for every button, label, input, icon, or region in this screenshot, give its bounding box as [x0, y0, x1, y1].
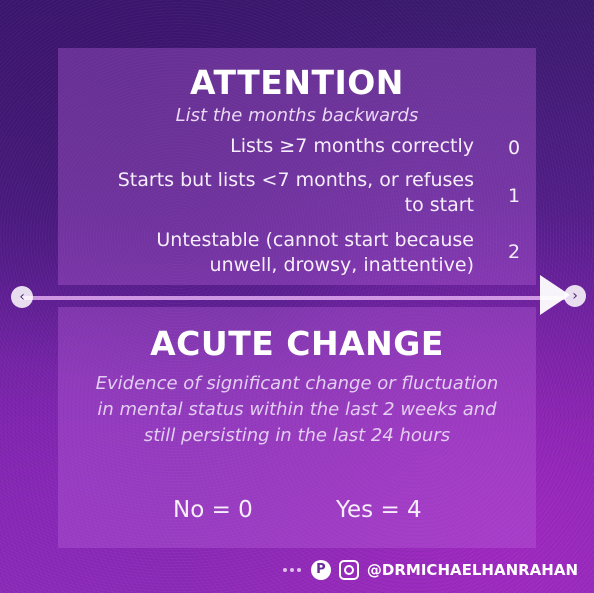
attention-title: ATTENTION: [190, 63, 404, 102]
next-slide-button[interactable]: ›: [564, 285, 586, 307]
acute-description: Evidence of significant change or fluctu…: [95, 373, 499, 446]
attention-subtitle: List the months backwards: [175, 105, 419, 126]
pinterest-icon[interactable]: P: [310, 560, 331, 580]
option-no: No = 0: [173, 497, 253, 523]
criterion-1: Starts but lists <7 months, or refuses to…: [117, 169, 474, 216]
more-dots-icon: [282, 568, 301, 572]
attention-panel: ATTENTION List the months backwards List…: [58, 48, 536, 285]
chevron-right-icon: ›: [572, 288, 578, 304]
criterion-0: Lists ≥7 months correctly: [230, 135, 474, 157]
score-2: 2: [507, 241, 521, 263]
criterion-2: Untestable (cannot start because unwell, …: [156, 229, 474, 276]
footer-handle: @DRMICHAELHANRAHAN: [366, 561, 578, 579]
score-0: 0: [507, 137, 521, 159]
prev-slide-button[interactable]: ‹: [11, 286, 33, 308]
footer-credit: P @DRMICHAELHANRAHAN: [282, 557, 578, 583]
instagram-icon[interactable]: [338, 560, 359, 580]
chevron-left-icon: ‹: [19, 289, 25, 305]
acute-title: ACUTE CHANGE: [150, 324, 444, 363]
score-1: 1: [507, 185, 521, 207]
acute-change-panel: ACUTE CHANGE Evidence of significant cha…: [58, 307, 536, 548]
next-slide-control[interactable]: ›: [536, 272, 586, 320]
carousel-divider: [20, 296, 566, 300]
option-yes: Yes = 4: [336, 497, 422, 523]
